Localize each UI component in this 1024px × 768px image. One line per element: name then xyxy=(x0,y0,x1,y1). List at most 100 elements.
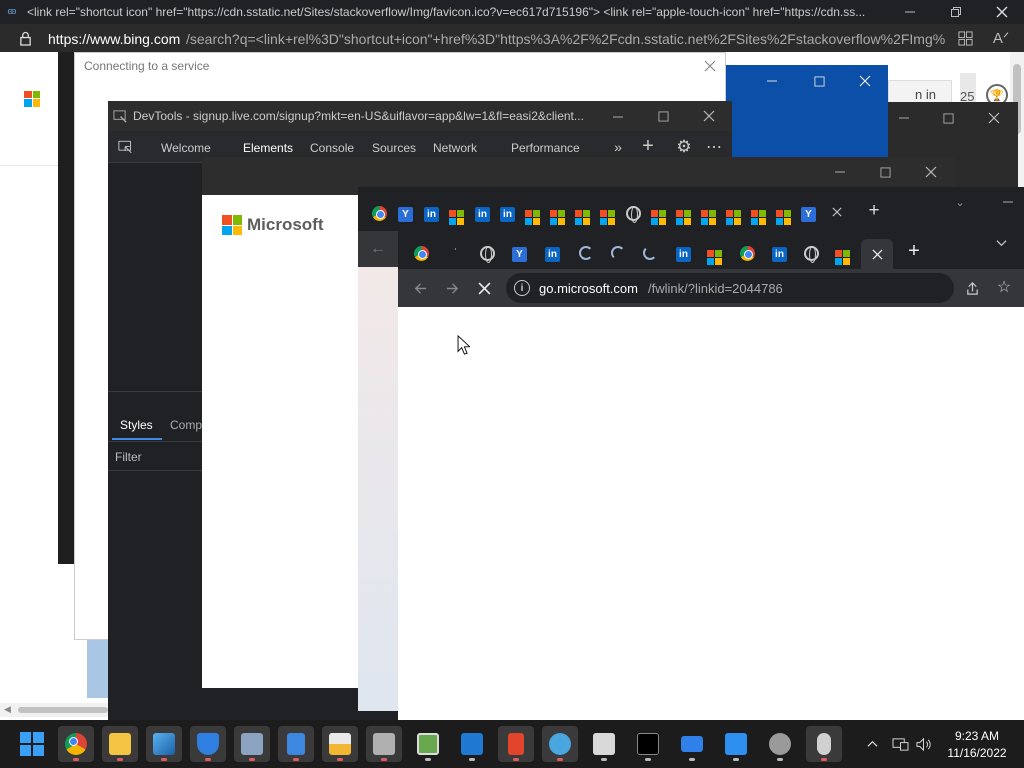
tab-network[interactable]: Network xyxy=(433,141,477,155)
top-close-icon[interactable] xyxy=(990,2,1014,22)
mid-tab-search-chevron-icon[interactable]: ⌄ xyxy=(953,195,967,209)
terminal-icon[interactable] xyxy=(630,726,666,762)
blue-minimize-icon[interactable] xyxy=(762,73,782,89)
start-icon[interactable] xyxy=(20,732,44,756)
top-tab-title[interactable]: <link rel="shortcut icon" href="https://… xyxy=(27,5,887,19)
read-aloud-icon[interactable]: A͏ᐟ xyxy=(992,29,1010,47)
add-tab-plus-icon[interactable]: + xyxy=(640,135,656,157)
file-explorer-icon[interactable] xyxy=(102,726,138,762)
front-back-arrow-icon[interactable] xyxy=(411,279,429,297)
blue-maximize-icon[interactable] xyxy=(809,73,829,89)
front-tab-search-chevron-icon[interactable] xyxy=(994,235,1008,249)
front-tab-reload-icon[interactable] xyxy=(611,246,625,263)
front-tab-loading-icon[interactable] xyxy=(579,246,593,263)
front-new-tab-plus-icon[interactable]: + xyxy=(905,240,923,262)
office-icon[interactable] xyxy=(498,726,534,762)
computed-tab[interactable]: Comp xyxy=(170,418,202,432)
registry-icon[interactable] xyxy=(410,726,446,762)
front-stop-loading-icon[interactable] xyxy=(475,279,493,297)
front-tab-yammer-icon[interactable]: Y xyxy=(512,246,527,262)
front-tab-linkedin-icon[interactable]: in xyxy=(676,246,691,262)
mail-icon[interactable] xyxy=(674,726,710,762)
notepad-icon[interactable] xyxy=(278,726,314,762)
show-hidden-icons-chevron-icon[interactable] xyxy=(864,736,880,752)
chrome-icon[interactable] xyxy=(58,726,94,762)
share-icon[interactable] xyxy=(963,279,981,297)
network-computer-icon[interactable] xyxy=(234,726,270,762)
mid-tab-close-icon[interactable] xyxy=(830,205,844,219)
more-options-icon[interactable]: ⋯ xyxy=(705,138,723,156)
settings-app-icon[interactable] xyxy=(586,726,622,762)
front-tab-globe-icon[interactable] xyxy=(480,246,495,264)
clock[interactable]: 9:23 AM 11/16/2022 xyxy=(942,729,1012,761)
filter-input[interactable]: Filter xyxy=(108,441,208,471)
mid-tab-microsoft-icon[interactable] xyxy=(726,206,741,225)
gear-icon[interactable] xyxy=(762,726,798,762)
tab-performance[interactable]: Performance xyxy=(511,141,580,155)
tab-elements[interactable]: Elements xyxy=(243,141,293,155)
front-forward-arrow-icon[interactable] xyxy=(443,279,461,297)
tab-console[interactable]: Console xyxy=(310,141,354,155)
signup-minimize-icon[interactable] xyxy=(830,164,850,180)
devtools-maximize-icon[interactable] xyxy=(653,108,673,124)
top-restore-icon[interactable] xyxy=(944,2,968,22)
settings-gear-icon[interactable]: ⚙ xyxy=(675,137,693,156)
globe-app-icon[interactable] xyxy=(542,726,578,762)
front-tab-loading-icon[interactable] xyxy=(643,246,657,263)
dwr-close-icon[interactable] xyxy=(984,110,1004,126)
devtools-close-icon[interactable] xyxy=(699,108,719,124)
mid-tab-microsoft-icon[interactable] xyxy=(525,206,540,225)
mid-tab-chrome-icon[interactable] xyxy=(372,206,387,224)
mid-tab-yammer-icon[interactable]: Y xyxy=(398,206,413,222)
scroll-left-icon[interactable]: ◀ xyxy=(4,704,11,715)
mid-tab-linkedin-icon[interactable]: in xyxy=(424,206,439,222)
security-shield-icon[interactable] xyxy=(190,726,226,762)
signup-close-icon[interactable] xyxy=(921,164,941,180)
front-tab-globe-icon[interactable] xyxy=(804,246,819,264)
volume-icon[interactable] xyxy=(914,736,932,752)
more-tabs-chevron-icon[interactable]: » xyxy=(610,139,626,155)
package-icon[interactable] xyxy=(366,726,402,762)
mid-tab-microsoft-icon[interactable] xyxy=(600,206,615,225)
top-address-bar[interactable]: https://www.bing.com /search?q=<link+rel… xyxy=(0,24,1024,52)
front-active-tab[interactable] xyxy=(861,239,893,269)
mid-tab-microsoft-icon[interactable] xyxy=(449,206,464,225)
dialog-close-icon[interactable] xyxy=(701,57,719,75)
front-active-tab-close-icon[interactable] xyxy=(870,247,884,261)
mid-tab-globe-icon[interactable] xyxy=(626,206,641,224)
mid-new-tab-plus-icon[interactable]: + xyxy=(866,200,882,221)
front-tab-loading-dot-icon[interactable]: ˙ xyxy=(454,246,458,260)
tab-sources[interactable]: Sources xyxy=(372,141,416,155)
devtools-minimize-icon[interactable] xyxy=(608,109,628,125)
mid-tab-microsoft-icon[interactable] xyxy=(575,206,590,225)
front-tab-linkedin-icon[interactable]: in xyxy=(545,246,560,262)
site-info-icon[interactable]: i xyxy=(514,280,530,296)
network-icon[interactable] xyxy=(891,736,909,752)
apps-grid-icon[interactable] xyxy=(957,30,973,46)
monitor-app-icon[interactable] xyxy=(454,726,490,762)
tab-welcome[interactable]: Welcome xyxy=(161,141,211,155)
mid-tab-microsoft-icon[interactable] xyxy=(550,206,565,225)
mid-tab-linkedin-icon[interactable]: in xyxy=(475,206,490,222)
bookmark-star-icon[interactable]: ☆ xyxy=(995,278,1013,296)
mouse-icon[interactable] xyxy=(806,726,842,762)
blue-close-icon[interactable] xyxy=(855,73,875,89)
horizontal-scrollbar[interactable]: ◀ xyxy=(0,703,120,717)
photos-icon[interactable] xyxy=(146,726,182,762)
file-folder-icon[interactable] xyxy=(322,726,358,762)
mid-tab-microsoft-icon[interactable] xyxy=(751,206,766,225)
mid-tab-microsoft-icon[interactable] xyxy=(776,206,791,225)
front-tab-linkedin-icon[interactable]: in xyxy=(772,246,787,262)
mid-tab-microsoft-icon[interactable] xyxy=(701,206,716,225)
front-tab-microsoft-icon[interactable] xyxy=(835,246,850,265)
dwr-minimize-icon[interactable] xyxy=(894,110,914,126)
hscroll-thumb[interactable] xyxy=(18,707,108,713)
mid-minimize-icon[interactable] xyxy=(998,195,1018,209)
dwr-maximize-icon[interactable] xyxy=(938,110,958,126)
styles-tab[interactable]: Styles xyxy=(120,418,153,432)
mid-tab-yammer-icon[interactable]: Y xyxy=(801,206,816,222)
front-tab-chrome-icon[interactable] xyxy=(740,246,755,264)
calendar-icon[interactable] xyxy=(718,726,754,762)
front-tab-chrome-icon[interactable] xyxy=(414,246,429,264)
mid-tab-microsoft-icon[interactable] xyxy=(651,206,666,225)
